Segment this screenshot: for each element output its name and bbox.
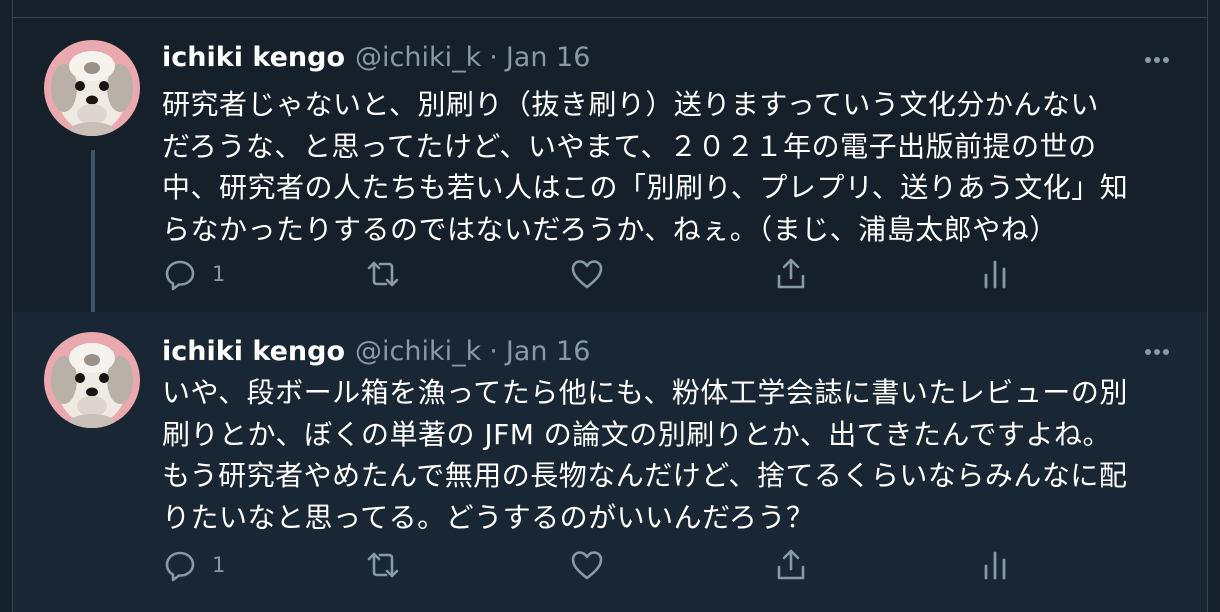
separator-dot: · bbox=[489, 336, 498, 367]
more-options-icon[interactable] bbox=[1139, 42, 1175, 78]
analytics-button[interactable] bbox=[977, 254, 1013, 294]
share-icon bbox=[777, 258, 805, 289]
tweet-actions: 1 bbox=[162, 545, 1162, 585]
retweet-button[interactable] bbox=[365, 545, 401, 585]
share-icon bbox=[777, 549, 805, 580]
tweet-text-line: だろうな、と思ってたけど、いやまて、２０２１年の電子出版前提の世の bbox=[162, 129, 1097, 163]
tweet-actions: 1 bbox=[162, 254, 1162, 294]
reply-count: 1 bbox=[212, 553, 226, 577]
retweet-icon bbox=[367, 261, 399, 287]
tweet-header: ichiki kengo @ichiki_k · Jan 16 bbox=[162, 332, 590, 372]
separator-dot: · bbox=[489, 42, 498, 73]
tweet-text-line: りたいなと思ってる。どうするのがいいんだろう？ bbox=[162, 500, 815, 534]
tweet[interactable]: ichiki kengo @ichiki_k · Jan 16 研究者じゃないと、別刷… bbox=[13, 18, 1207, 330]
share-button[interactable] bbox=[773, 545, 809, 585]
reply-icon bbox=[165, 260, 195, 291]
tweet-header: ichiki kengo @ichiki_k · Jan 16 bbox=[162, 38, 590, 78]
thread-connector bbox=[91, 150, 95, 330]
author-name[interactable]: ichiki kengo bbox=[162, 42, 345, 73]
retweet-button[interactable] bbox=[365, 254, 401, 294]
author-handle[interactable]: @ichiki_k bbox=[355, 42, 481, 73]
reply-button[interactable]: 1 bbox=[162, 545, 225, 585]
tweet-text-line: 刷りとか、ぼくの単著の JFM の論文の別刷りとか、出てきたんですよね。 bbox=[162, 417, 1111, 451]
tweet-thread: ichiki kengo @ichiki_k · Jan 16 研究者じゃないと、別刷… bbox=[0, 0, 1220, 612]
author-handle[interactable]: @ichiki_k bbox=[355, 336, 481, 367]
heart-icon bbox=[571, 551, 603, 580]
tweet-date[interactable]: Jan 16 bbox=[506, 42, 591, 73]
like-button[interactable] bbox=[569, 545, 605, 585]
like-button[interactable] bbox=[569, 254, 605, 294]
tweet-text-line: 中、研究者の人たちも若い人はこの「別刷り、プレプリ、送りあう文化」知 bbox=[162, 171, 1129, 204]
retweet-icon bbox=[367, 552, 399, 578]
reply-count: 1 bbox=[212, 262, 226, 286]
analytics-button[interactable] bbox=[977, 545, 1013, 585]
share-button[interactable] bbox=[773, 254, 809, 294]
dog-avatar-icon[interactable] bbox=[44, 332, 140, 428]
tweet-text-line: いや、段ボール箱を漁ってたら他にも、粉体工学会誌に書いたレビューの別 bbox=[162, 376, 1128, 409]
tweet-date[interactable]: Jan 16 bbox=[506, 336, 591, 367]
author-name[interactable]: ichiki kengo bbox=[162, 336, 345, 367]
tweet-text-line: らなかったりするのではないだろうか、ねぇ。（まじ、浦島太郎やね） bbox=[162, 212, 1058, 246]
reply-icon bbox=[165, 551, 195, 582]
tweet-text-line: 研究者じゃないと、別刷り（抜き刷り）送りますっていう文化分かんない bbox=[162, 88, 1099, 121]
tweet-text: 研究者じゃないと、別刷り（抜き刷り）送りますっていう文化分かんない だろうな、と… bbox=[162, 84, 1192, 250]
tweet-text-line: もう研究者やめたんで無用の長物なんだけど、捨てるくらいならみんなに配 bbox=[162, 459, 1128, 492]
more-options-icon[interactable] bbox=[1139, 334, 1175, 370]
tweet-text: いや、段ボール箱を漁ってたら他にも、粉体工学会誌に書いたレビューの別 刷りとか、… bbox=[162, 372, 1192, 538]
tweet[interactable]: ichiki kengo @ichiki_k · Jan 16 いや、段ボール箱を漁っ… bbox=[13, 312, 1207, 612]
heart-icon bbox=[571, 260, 603, 289]
analytics-icon bbox=[984, 551, 1006, 580]
dog-avatar-icon[interactable] bbox=[44, 40, 140, 136]
analytics-icon bbox=[984, 260, 1006, 289]
reply-button[interactable]: 1 bbox=[162, 254, 225, 294]
timeline-border-right bbox=[1207, 0, 1208, 612]
